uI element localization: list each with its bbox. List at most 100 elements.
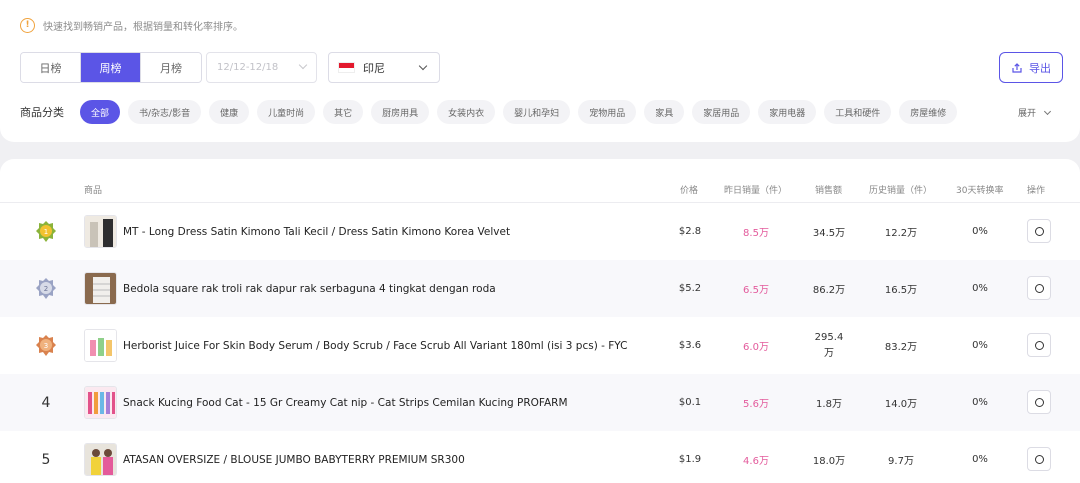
history-sales-cell: 83.2万: [884, 342, 918, 353]
product-thumbnail[interactable]: [84, 443, 117, 476]
category-chip[interactable]: 女装内衣: [437, 100, 496, 124]
tab-monthly[interactable]: 月榜: [141, 53, 201, 82]
product-thumbnail[interactable]: [84, 329, 117, 362]
product-thumbnail[interactable]: [84, 272, 117, 305]
period-tabs: 日榜 周榜 月榜: [20, 52, 202, 83]
rank-bronze-medal-icon: 3: [26, 317, 66, 374]
export-icon: [1012, 62, 1022, 73]
svg-text:1: 1: [44, 228, 48, 236]
category-chip[interactable]: 家居用品: [692, 100, 751, 124]
category-chip[interactable]: 儿童时尚: [257, 100, 316, 124]
table-row[interactable]: 5 ATASAN OVERSIZE / BLOUSE JUMBO BABYTER…: [0, 431, 1080, 483]
row-action-button[interactable]: [1027, 219, 1051, 243]
history-sales-cell: 9.7万: [888, 456, 914, 467]
revenue-cell: 295.4万: [814, 331, 844, 359]
category-chip-all[interactable]: 全部: [80, 100, 121, 124]
chevron-down-icon: [298, 60, 308, 70]
price-cell: $5.2: [678, 283, 702, 294]
header-revenue: 销售额: [815, 186, 843, 196]
conversion-cell: 0%: [972, 283, 988, 294]
notice-text: 快速找到畅销产品，根据销量和转化率排序。: [43, 21, 243, 33]
circle-icon: [1034, 454, 1044, 464]
product-thumbnail[interactable]: [84, 215, 117, 248]
yesterday-sales-cell: 8.5万: [743, 228, 769, 239]
expand-label: 展开: [1018, 109, 1037, 119]
ranking-table: 商品 价格 昨日销量（件） 销售额 历史销量（件） 30天转换率 操作 1 MT…: [0, 159, 1080, 483]
country-select[interactable]: 印尼: [328, 52, 440, 83]
header-action: 操作: [1027, 186, 1046, 196]
header-yesterday-sales: 昨日销量（件）: [724, 186, 788, 196]
history-sales-cell: 12.2万: [884, 228, 918, 239]
rank-gold-medal-icon: 1: [26, 203, 66, 260]
category-chip[interactable]: 健康: [209, 100, 250, 124]
filter-panel: ! 快速找到畅销产品，根据销量和转化率排序。 日榜 周榜 月榜 12/12-12…: [0, 0, 1080, 142]
svg-text:3: 3: [44, 342, 48, 350]
country-label: 印尼: [363, 61, 385, 75]
table-row[interactable]: 3 Herborist Juice For Skin Body Serum / …: [0, 317, 1080, 374]
yesterday-sales-cell: 5.6万: [743, 399, 769, 410]
category-chip[interactable]: 家用电器: [758, 100, 817, 124]
svg-text:2: 2: [44, 285, 48, 293]
category-chips: 全部 书/杂志/影音 健康 儿童时尚 其它 厨房用具 女装内衣 婴儿和孕妇 宠物…: [80, 100, 965, 124]
circle-icon: [1034, 340, 1044, 350]
row-action-button[interactable]: [1027, 390, 1051, 414]
price-cell: $1.9: [678, 454, 702, 465]
product-name[interactable]: ATASAN OVERSIZE / BLOUSE JUMBO BABYTERRY…: [123, 431, 663, 483]
price-cell: $0.1: [678, 397, 702, 408]
product-thumbnail[interactable]: [84, 386, 117, 419]
conversion-cell: 0%: [972, 397, 988, 408]
rank-silver-medal-icon: 2: [26, 260, 66, 317]
chevron-down-icon: [1043, 107, 1052, 115]
date-range-select[interactable]: 12/12-12/18: [206, 52, 317, 83]
price-cell: $3.6: [678, 340, 702, 351]
revenue-cell: 18.0万: [812, 456, 846, 467]
table-row[interactable]: 4 Snack Kucing Food Cat - 15 Gr Creamy C…: [0, 374, 1080, 431]
category-chip[interactable]: 工具和硬件: [824, 100, 892, 124]
date-range-value: 12/12-12/18: [217, 62, 279, 73]
circle-icon: [1034, 397, 1044, 407]
indonesia-flag-icon: [338, 62, 355, 73]
history-sales-cell: 16.5万: [884, 285, 918, 296]
row-action-button[interactable]: [1027, 333, 1051, 357]
category-chip[interactable]: 房屋维修: [899, 100, 958, 124]
product-name[interactable]: Herborist Juice For Skin Body Serum / Bo…: [123, 317, 663, 374]
export-button[interactable]: 导出: [999, 52, 1063, 83]
table-row[interactable]: 2 Bedola square rak troli rak dapur rak …: [0, 260, 1080, 317]
tab-daily[interactable]: 日榜: [21, 53, 81, 82]
conversion-cell: 0%: [972, 454, 988, 465]
category-chip[interactable]: 其它: [323, 100, 364, 124]
notice-bar: ! 快速找到畅销产品，根据销量和转化率排序。: [20, 16, 243, 34]
yesterday-sales-cell: 4.6万: [743, 456, 769, 467]
conversion-cell: 0%: [972, 340, 988, 351]
product-name[interactable]: Bedola square rak troli rak dapur rak se…: [123, 260, 663, 317]
table-header: 商品 价格 昨日销量（件） 销售额 历史销量（件） 30天转换率 操作: [0, 175, 1080, 203]
price-cell: $2.8: [678, 226, 702, 237]
category-chip[interactable]: 宠物用品: [578, 100, 637, 124]
yesterday-sales-cell: 6.0万: [743, 342, 769, 353]
category-label: 商品分类: [20, 106, 64, 119]
product-name[interactable]: Snack Kucing Food Cat - 15 Gr Creamy Cat…: [123, 374, 663, 431]
category-chip[interactable]: 书/杂志/影音: [128, 100, 202, 124]
circle-icon: [1034, 283, 1044, 293]
warning-icon: !: [20, 17, 35, 33]
history-sales-cell: 14.0万: [884, 399, 918, 410]
row-action-button[interactable]: [1027, 276, 1051, 300]
table-row[interactable]: 1 MT - Long Dress Satin Kimono Tali Keci…: [0, 203, 1080, 260]
row-action-button[interactable]: [1027, 447, 1051, 471]
circle-icon: [1034, 226, 1044, 236]
tab-weekly[interactable]: 周榜: [81, 53, 141, 82]
rank-number: 5: [41, 451, 51, 468]
header-conversion: 30天转换率: [956, 186, 1004, 196]
chevron-down-icon: [418, 61, 428, 71]
category-chip[interactable]: 家具: [644, 100, 685, 124]
header-history-sales: 历史销量（件）: [869, 186, 933, 196]
header-price: 价格: [680, 186, 699, 196]
header-product: 商品: [84, 186, 103, 196]
export-label: 导出: [1029, 61, 1051, 75]
expand-categories-button[interactable]: 展开: [1018, 106, 1052, 119]
category-chip[interactable]: 婴儿和孕妇: [503, 100, 571, 124]
category-chip[interactable]: 厨房用具: [371, 100, 430, 124]
conversion-cell: 0%: [972, 226, 988, 237]
rank-number: 4: [41, 394, 51, 411]
product-name[interactable]: MT - Long Dress Satin Kimono Tali Kecil …: [123, 203, 663, 260]
